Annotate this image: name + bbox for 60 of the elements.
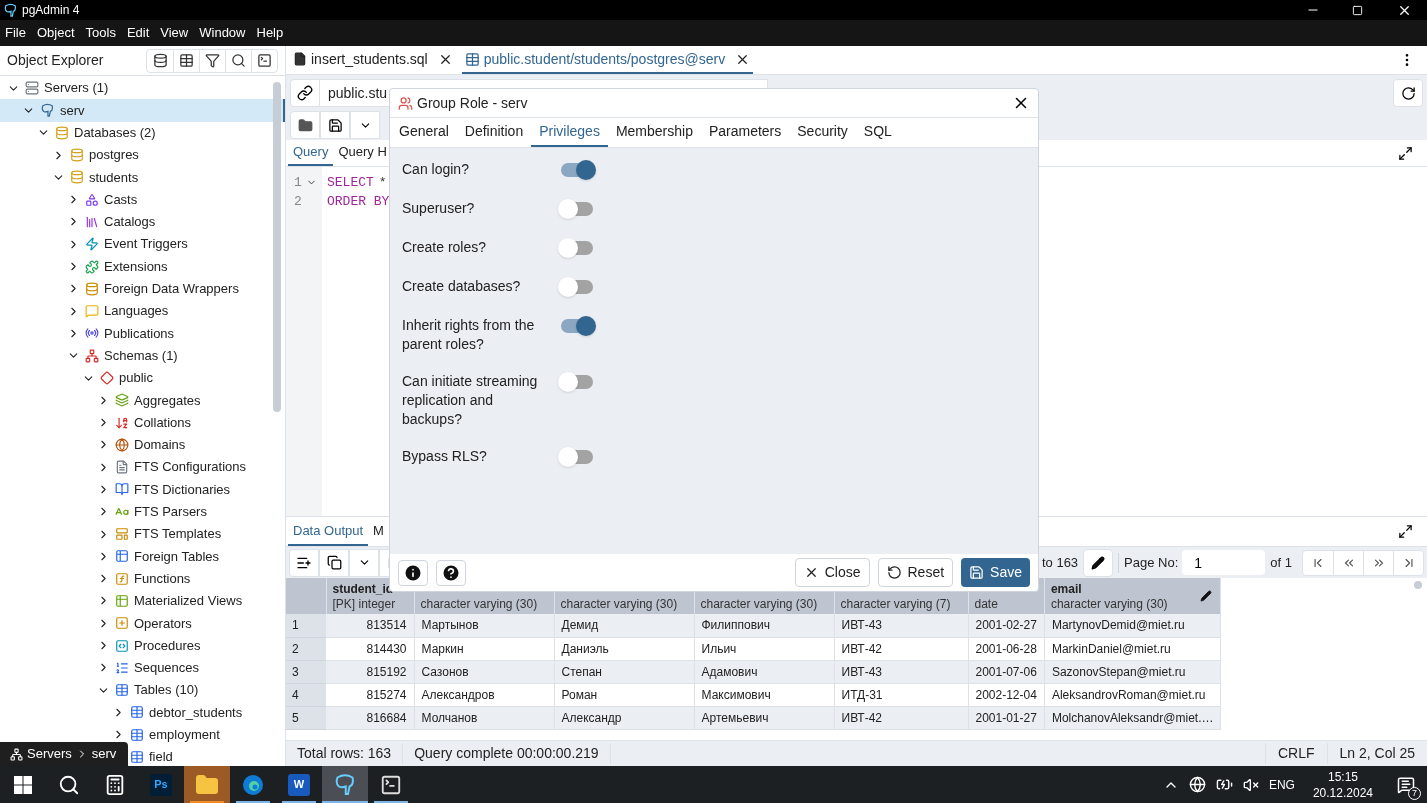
row-range-text: to 163 — [1041, 553, 1079, 572]
table-cell: 816684 — [326, 706, 414, 729]
table-cell: ИВТ-43 — [834, 614, 968, 637]
table-cell: 815274 — [326, 683, 414, 706]
window-title: pgAdmin 4 — [22, 2, 80, 19]
table-cell: ИВТ-42 — [834, 706, 968, 729]
table-cell: 2002-12-04 — [968, 683, 1045, 706]
dialog-title: Group Role - serv — [417, 93, 528, 113]
field-label: Bypass RLS? — [402, 447, 488, 466]
table-cell: Маркин — [414, 637, 554, 660]
table-cell: ИТД-31 — [834, 683, 968, 706]
table-cell: MartynovDemid@miet.ru — [1044, 614, 1221, 637]
code-token: SELECT — [327, 173, 374, 192]
table-cell: AleksandrovRoman@miet.ru — [1044, 683, 1221, 706]
table-cell: ИВТ-43 — [834, 660, 968, 683]
table-cell: Степан — [554, 660, 694, 683]
field-label: Create databases? — [402, 277, 522, 296]
table-cell: Демид — [554, 614, 694, 637]
table-cell: MolchanovAleksandr@miet.… — [1044, 706, 1221, 729]
notification-count: 7 — [1408, 786, 1421, 800]
field-label: Superuser? — [402, 199, 476, 218]
word-logo: W — [288, 773, 310, 796]
table-cell: Даниэль — [554, 637, 694, 660]
field-label: Inherit rights from the parent roles? — [402, 316, 536, 354]
status-text: Ln 2, Col 25 — [1326, 743, 1427, 764]
status-text: CRLF — [1264, 743, 1327, 764]
table-cell: Мартынов — [414, 614, 554, 637]
table-cell: Артемьевич — [694, 706, 834, 729]
table-cell: Ильич — [694, 637, 834, 660]
line-number: 1 — [294, 173, 302, 192]
table-cell: Молчанов — [414, 706, 554, 729]
table-cell: Адамович — [694, 660, 834, 683]
photoshop-logo: Ps — [150, 773, 172, 796]
table-cell: 2001-02-27 — [968, 614, 1045, 637]
table-cell: 2001-07-06 — [968, 660, 1045, 683]
table-cell: 815192 — [326, 660, 414, 683]
panel-title: Object Explorer — [7, 51, 104, 70]
table-cell: 814430 — [326, 637, 414, 660]
page-count-text: of 1 — [1270, 553, 1292, 572]
table-cell: Максимович — [694, 683, 834, 706]
page-label: Page No: — [1124, 553, 1179, 572]
code-token: ORDER BY — [327, 192, 390, 211]
code-token: * — [378, 173, 387, 192]
table-cell: 2001-01-27 — [968, 706, 1045, 729]
table-cell: Роман — [554, 683, 694, 706]
table-cell: Филиппович — [694, 614, 834, 637]
status-text: Total rows: 163 — [286, 743, 404, 764]
table-cell: ИВТ-42 — [834, 637, 968, 660]
table-cell: 813514 — [326, 614, 414, 637]
table-cell: MarkinDaniel@miet.ru — [1044, 637, 1221, 660]
table-cell: SazonovStepan@miet.ru — [1044, 660, 1221, 683]
status-text: Query complete 00:00:00.219 — [403, 743, 611, 764]
line-number: 2 — [294, 192, 302, 211]
table-cell: Сазонов — [414, 660, 554, 683]
table-cell: 2001-06-28 — [968, 637, 1045, 660]
table-cell: Александр — [554, 706, 694, 729]
field-label: Can initiate streaming replication and backups? — [402, 372, 539, 429]
table-cell: Александров — [414, 683, 554, 706]
field-label: Create roles? — [402, 238, 488, 257]
field-label: Can login? — [402, 160, 470, 179]
